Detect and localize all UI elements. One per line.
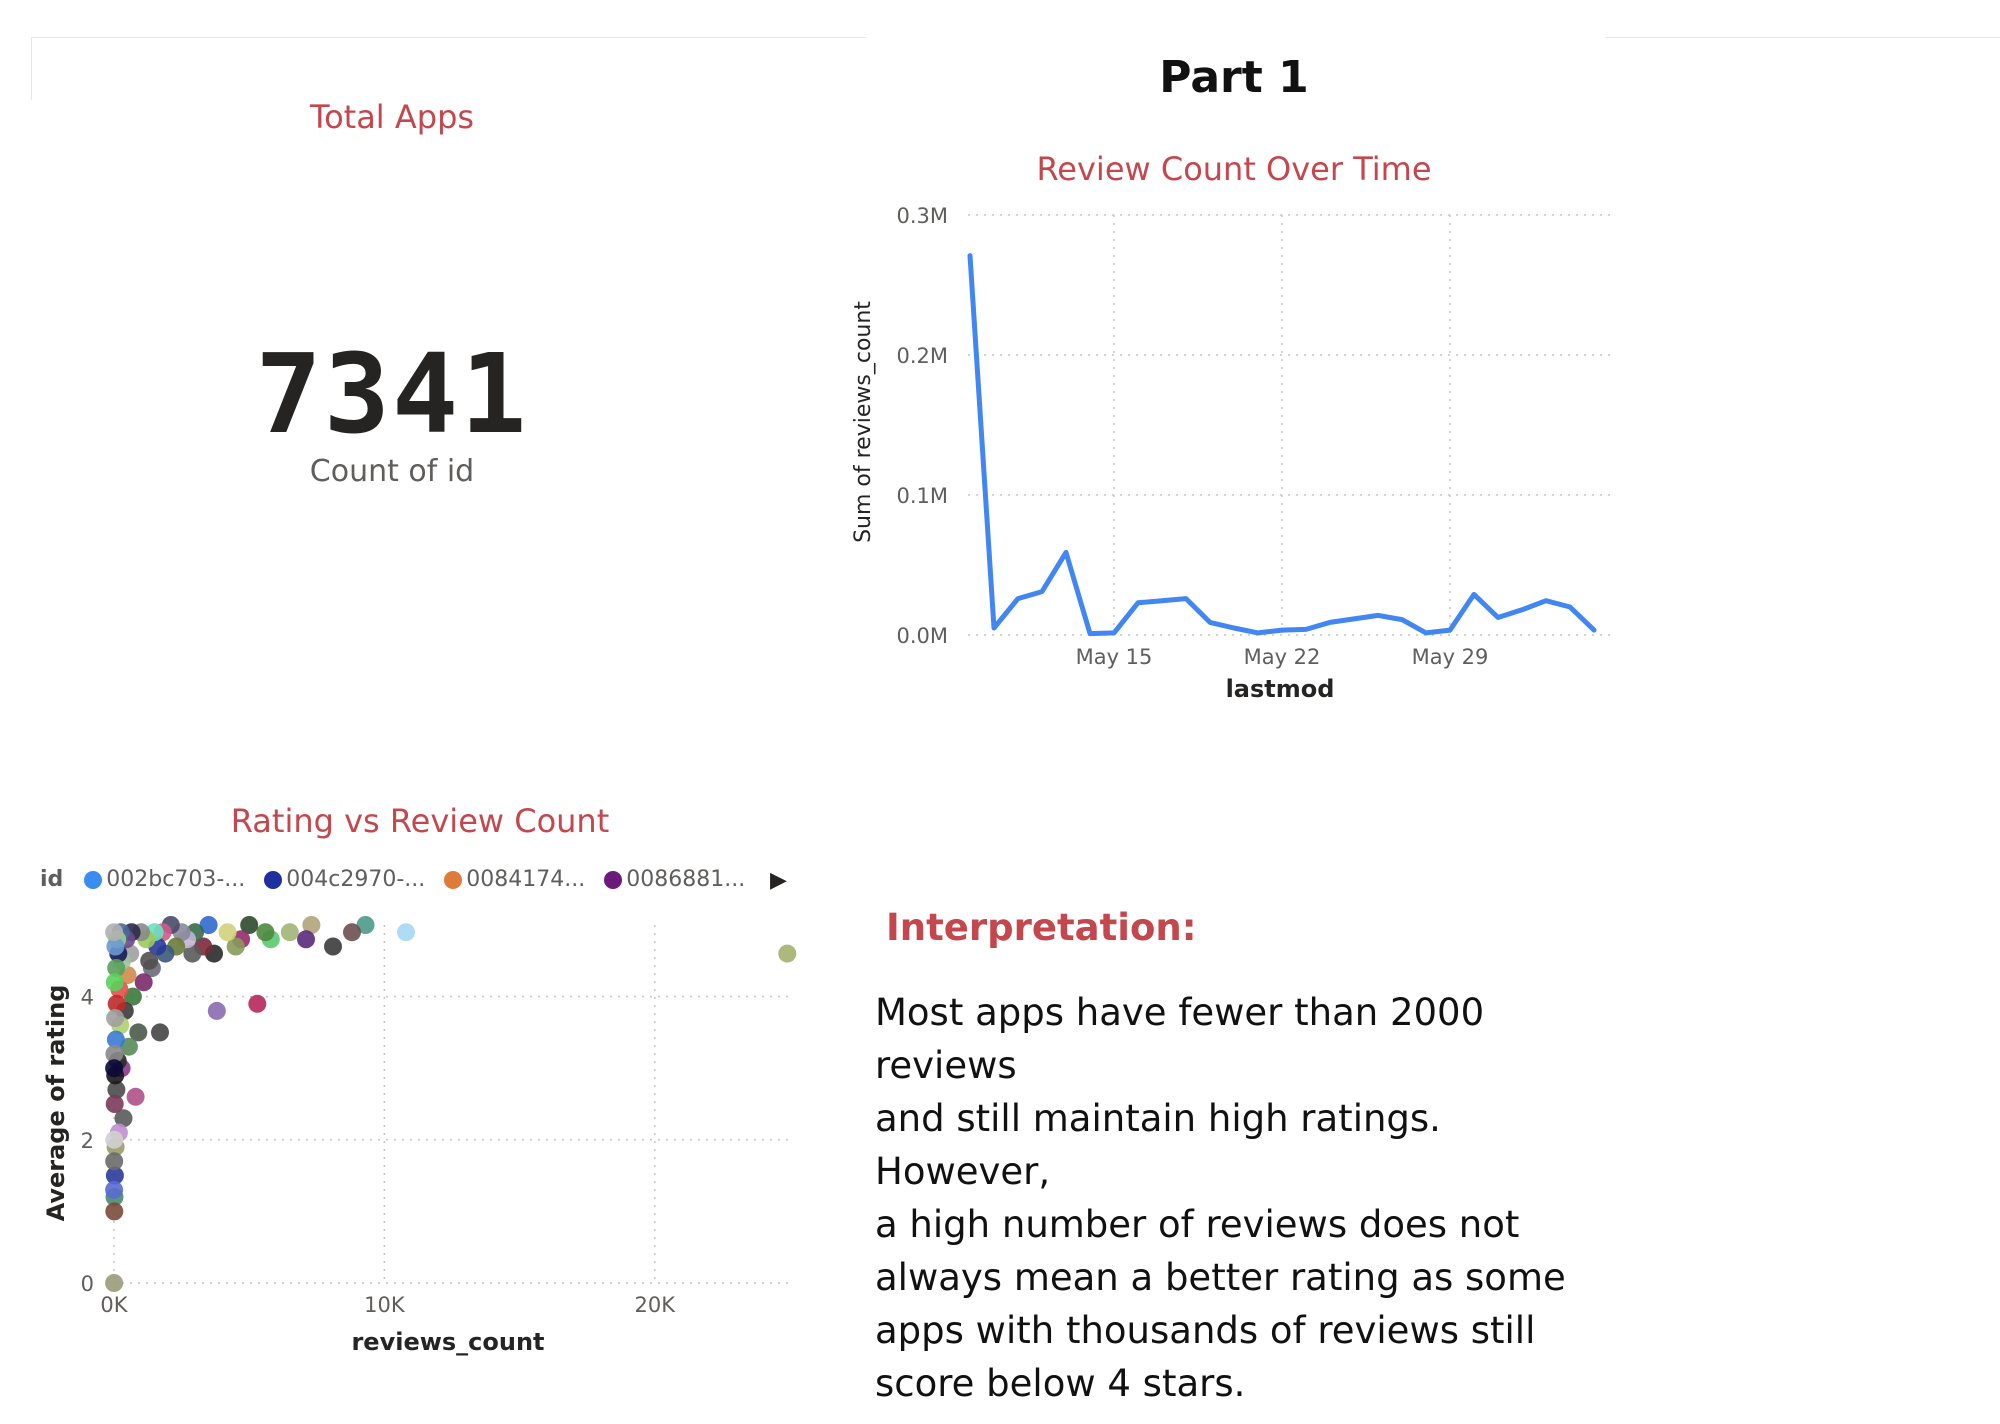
scatter-point: [256, 923, 275, 942]
legend-item-1[interactable]: 002bc703-...: [84, 867, 245, 892]
line-y-tick-label: 0.0M: [896, 624, 948, 648]
scatter-point: [778, 944, 797, 963]
scatter-chart-grid: [113, 925, 790, 1284]
scatter-point: [105, 1180, 124, 1199]
scatter-chart-y-ticks: 0 2 4: [81, 986, 94, 1296]
line-chart: 0.0M 0.1M 0.2M 0.3M May 15 May 22 May 29 Sum …: [851, 204, 1610, 703]
scatter-point: [105, 1274, 124, 1292]
line-y-tick-label: 0.2M: [896, 344, 948, 368]
scatter-points: [105, 916, 797, 1292]
scatter-chart-title: Rating vs Review Count: [230, 802, 610, 840]
scatter-point: [280, 923, 299, 942]
interpretation-line-4: always mean a better rating as some: [875, 1256, 1566, 1299]
interpretation-text: Most apps have fewer than 2000 reviews a…: [875, 986, 1615, 1410]
top-frame-line-right: [1605, 37, 2000, 38]
interpretation-title: Interpretation:: [886, 906, 1197, 949]
legend-item-2[interactable]: 004c2970-...: [264, 867, 425, 892]
scatter-point: [105, 1130, 124, 1149]
scatter-x-tick-label: 10K: [364, 1293, 406, 1317]
line-chart-x-axis-label: lastmod: [1226, 675, 1335, 703]
interpretation-line-2: and still maintain high ratings. However…: [875, 1097, 1441, 1193]
line-x-tick-label: May 22: [1244, 645, 1321, 669]
scatter-point: [105, 923, 124, 942]
kpi-value: 7341: [255, 330, 529, 458]
interpretation-line-3: a high number of reviews does not: [875, 1203, 1520, 1246]
line-chart-y-axis-label: Sum of reviews_count: [851, 301, 876, 543]
line-y-tick-label: 0.3M: [896, 204, 948, 228]
legend-label-3: 0084174...: [466, 866, 586, 892]
scatter-point: [397, 923, 415, 942]
scatter-point: [105, 973, 124, 992]
scatter-chart-y-axis-label: Average of rating: [42, 985, 70, 1222]
interpretation-line-6: score below 4 stars.: [875, 1362, 1246, 1405]
scatter-point: [151, 1023, 169, 1042]
line-y-tick-label: 0.1M: [896, 484, 948, 508]
legend-label-4: 0086881...: [626, 866, 746, 892]
scatter-x-tick-label: 20K: [635, 1293, 677, 1317]
scatter-legend: id 002bc703-... 004c2970-... 0084174... …: [40, 866, 800, 902]
kpi-label: Count of id: [309, 454, 475, 489]
legend-item-4[interactable]: 0086881...: [604, 867, 745, 892]
scatter-point: [297, 930, 315, 949]
scatter-x-tick-label: 0K: [100, 1293, 128, 1317]
legend-item-3[interactable]: 0084174...: [444, 867, 585, 892]
scatter-point: [343, 923, 361, 942]
top-frame-line-left: [31, 37, 866, 38]
scatter-point: [218, 923, 237, 942]
legend-dot-4: [604, 870, 623, 889]
page-title: Part 1: [1159, 52, 1309, 103]
left-frame-line: [31, 37, 32, 100]
scatter-point: [105, 1059, 124, 1078]
line-chart-title: Review Count Over Time: [1036, 150, 1432, 188]
legend-dot-2: [264, 870, 283, 889]
scatter-point: [126, 1087, 145, 1106]
scatter-y-tick-label: 2: [81, 1129, 94, 1153]
scatter-y-tick-label: 0: [81, 1272, 94, 1296]
line-chart-y-ticks: 0.0M 0.1M 0.2M 0.3M: [896, 204, 948, 648]
legend-dot-1: [84, 870, 103, 889]
legend-label-1: 002bc703-...: [106, 866, 246, 892]
line-chart-grid: [968, 214, 1610, 636]
scatter-point: [106, 1009, 125, 1028]
kpi-title: Total Apps: [309, 98, 475, 136]
legend-title: id: [40, 866, 64, 892]
scatter-point: [105, 1202, 124, 1221]
interpretation-line-1: Most apps have fewer than 2000 reviews: [875, 991, 1485, 1087]
scatter-point: [248, 994, 267, 1013]
scatter-chart-x-ticks: 0K 10K 20K: [100, 1293, 676, 1317]
line-x-tick-label: May 15: [1076, 645, 1153, 669]
line-x-tick-label: May 29: [1412, 645, 1489, 669]
interpretation-line-5: apps with thousands of reviews still: [875, 1309, 1536, 1352]
line-chart-x-ticks: May 15 May 22 May 29: [1076, 645, 1489, 669]
caret-right-icon[interactable]: ▶: [770, 868, 787, 893]
scatter-chart: 0 2 4 0K 10K 20K Average of rating reviews_c…: [42, 916, 797, 1356]
scatter-point: [324, 937, 342, 956]
scatter-point: [207, 1001, 226, 1020]
legend-label-2: 004c2970-...: [286, 866, 426, 892]
scatter-point: [105, 1152, 124, 1171]
scatter-point: [134, 973, 153, 992]
scatter-y-tick-label: 4: [81, 986, 94, 1010]
scatter-point: [105, 1095, 124, 1113]
scatter-point: [140, 951, 159, 970]
scatter-chart-x-axis-label: reviews_count: [351, 1328, 544, 1356]
legend-dot-3: [444, 870, 463, 889]
